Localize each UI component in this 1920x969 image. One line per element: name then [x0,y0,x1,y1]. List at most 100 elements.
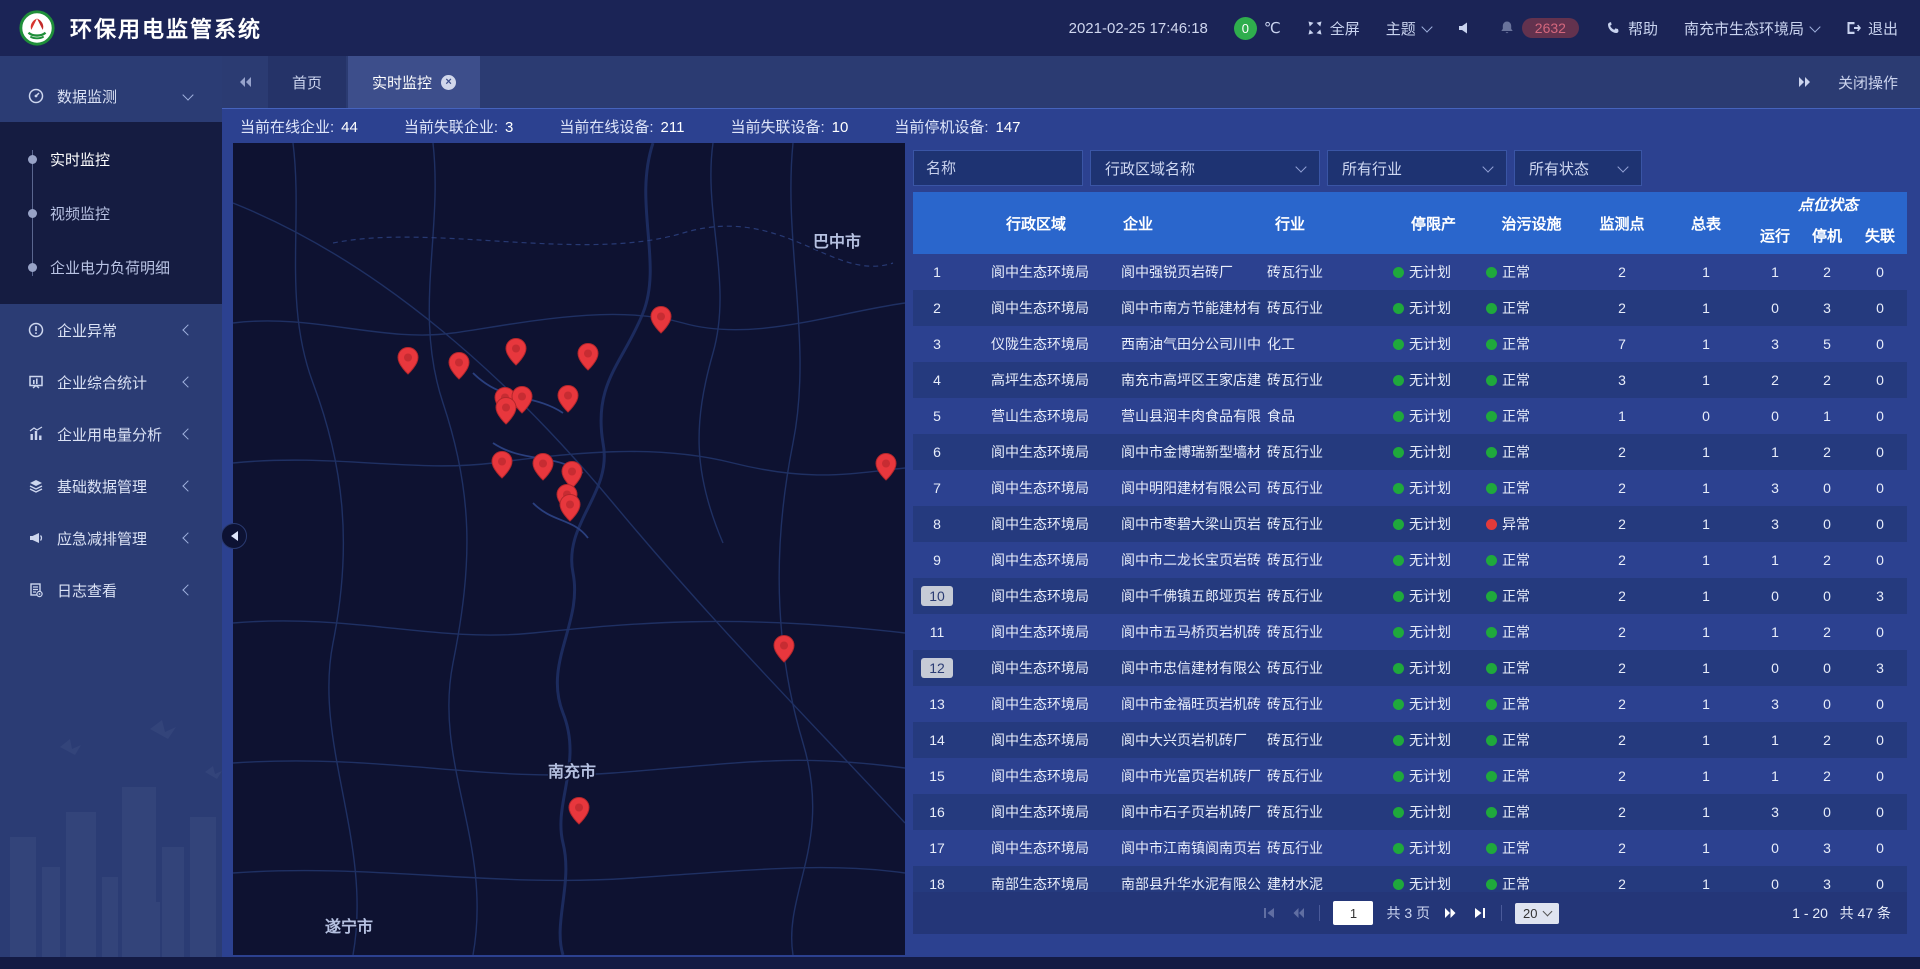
cell-meters: 1 [1663,804,1749,820]
cell-treatment-status: 正常 [1482,622,1581,642]
cell-running: 2 [1749,372,1801,388]
mute-button[interactable] [1457,20,1473,36]
last-page-button[interactable] [1472,905,1488,921]
tab-bar: 首页实时监控× 关闭操作 [222,56,1920,109]
sidebar-section[interactable]: 企业综合统计 [0,356,222,408]
sidebar-section[interactable]: 数据监测 [0,70,222,122]
close-operations-button[interactable]: 关闭操作 [1838,72,1898,93]
cell-industry: 砖瓦行业 [1263,442,1385,462]
cell-running: 1 [1749,552,1801,568]
cell-points: 2 [1581,624,1663,640]
divider [1319,905,1320,921]
status-dot-green [1393,339,1404,350]
treatment-status-label: 正常 [1502,730,1530,750]
cell-industry: 砖瓦行业 [1263,622,1385,642]
previous-page-button[interactable] [1290,905,1306,921]
table-row[interactable]: 11阆中生态环境局阆中市五马桥页岩机砖砖瓦行业无计划正常21120 [913,614,1907,650]
phone-icon [1605,20,1621,36]
table-row[interactable]: 10阆中生态环境局阆中千佛镇五郎垭页岩砖瓦行业无计划正常21003 [913,578,1907,614]
chevron-left-icon [182,376,193,387]
sidebar-section[interactable]: 日志查看 [0,564,222,616]
map-canvas[interactable]: 巴中市南充市遂宁市 [233,143,905,955]
bullet-icon [28,155,37,164]
chevron-down-icon [1617,161,1628,172]
table-row[interactable]: 13阆中生态环境局阆中市金福旺页岩机砖砖瓦行业无计划正常21300 [913,686,1907,722]
fullscreen-button[interactable]: 全屏 [1307,18,1360,39]
org-dropdown[interactable]: 南充市生态环境局 [1684,18,1819,39]
table-row[interactable]: 5营山生态环境局营山县润丰肉食品有限食品无计划正常10010 [913,398,1907,434]
map-container[interactable]: 巴中市南充市遂宁市 [233,143,905,955]
map-city-label: 遂宁市 [325,917,373,936]
double-chevron-right-icon[interactable] [1796,74,1812,90]
table-row[interactable]: 17阆中生态环境局阆中市江南镇阆南页岩砖瓦行业无计划正常21030 [913,830,1907,866]
cell-offline: 0 [1853,264,1907,280]
close-icon[interactable]: × [441,75,456,90]
cell-enterprise: 阆中市金福旺页岩机砖 [1111,694,1263,714]
cell-enterprise: 阆中强锐页岩砖厂 [1111,262,1263,282]
sidebar: 数据监测实时监控视频监控企业电力负荷明细企业异常企业综合统计企业用电量分析基础数… [0,56,222,957]
table-row[interactable]: 3仪陇生态环境局西南油气田分公司川中化工无计划正常71350 [913,326,1907,362]
stat-value: 44 [341,119,358,136]
sidebar-section[interactable]: 企业异常 [0,304,222,356]
sidebar-item[interactable]: 企业电力负荷明细 [0,240,222,294]
sidebar-item[interactable]: 视频监控 [0,186,222,240]
cell-industry: 砖瓦行业 [1263,730,1385,750]
cell-region: 阆中生态环境局 [961,514,1111,534]
treatment-status-label: 正常 [1502,370,1530,390]
industry-filter-select[interactable]: 所有行业 [1327,150,1507,186]
cell-stopped: 3 [1801,840,1853,856]
tab[interactable]: 实时监控× [348,56,480,108]
table-row[interactable]: 18南部生态环境局南部县升华水泥有限公建材水泥无计划正常21030 [913,866,1907,892]
total-pages-label: 共 3 页 [1386,903,1430,923]
cell-stopped: 0 [1801,516,1853,532]
first-page-button[interactable] [1261,905,1277,921]
cell-enterprise: 阆中市南方节能建材有 [1111,298,1263,318]
tab[interactable]: 首页 [268,56,346,108]
region-filter-select[interactable]: 行政区域名称 [1090,150,1320,186]
status-dot-green [1393,879,1404,890]
cell-running: 0 [1749,408,1801,424]
table-row[interactable]: 1阆中生态环境局阆中强锐页岩砖厂砖瓦行业无计划正常21120 [913,254,1907,290]
next-page-button[interactable] [1443,905,1459,921]
table-row[interactable]: 9阆中生态环境局阆中市二龙长宝页岩砖砖瓦行业无计划正常21120 [913,542,1907,578]
help-button[interactable]: 帮助 [1605,18,1658,39]
cell-points: 3 [1581,372,1663,388]
sidebar-section[interactable]: 基础数据管理 [0,460,222,512]
map-collapse-button[interactable] [221,523,247,549]
notifications[interactable]: 2632 [1499,18,1579,38]
sidebar-section[interactable]: 企业用电量分析 [0,408,222,460]
cell-offline: 3 [1853,588,1907,604]
name-filter-input[interactable] [914,160,1082,177]
page-size-select[interactable]: 20 [1515,903,1558,924]
status-dot-green [1486,303,1497,314]
status-filter-select[interactable]: 所有状态 [1514,150,1642,186]
cell-meters: 1 [1663,444,1749,460]
table-row[interactable]: 6阆中生态环境局阆中市金博瑞新型墙材砖瓦行业无计划正常21120 [913,434,1907,470]
table-row[interactable]: 14阆中生态环境局阆中大兴页岩机砖厂砖瓦行业无计划正常21120 [913,722,1907,758]
cell-points: 2 [1581,444,1663,460]
name-filter[interactable] [913,150,1083,186]
cell-points: 2 [1581,660,1663,676]
stat-item: 当前失联企业:3 [404,116,514,137]
table-row[interactable]: 12阆中生态环境局阆中市忠信建材有限公砖瓦行业无计划正常21003 [913,650,1907,686]
table-row[interactable]: 2阆中生态环境局阆中市南方节能建材有砖瓦行业无计划正常21030 [913,290,1907,326]
cell-treatment-status: 正常 [1482,838,1581,858]
cell-production-status: 无计划 [1385,658,1482,678]
table-row[interactable]: 7阆中生态环境局阆中明阳建材有限公司砖瓦行业无计划正常21300 [913,470,1907,506]
sidebar-section[interactable]: 应急减排管理 [0,512,222,564]
theme-dropdown[interactable]: 主题 [1386,18,1431,39]
page-number-input[interactable] [1333,901,1373,925]
treatment-status-label: 正常 [1502,334,1530,354]
table-row[interactable]: 16阆中生态环境局阆中市石子页岩机砖厂砖瓦行业无计划正常21300 [913,794,1907,830]
logout-button[interactable]: 退出 [1845,18,1898,39]
table-row[interactable]: 8阆中生态环境局阆中市枣碧大梁山页岩砖瓦行业无计划异常21300 [913,506,1907,542]
status-dot-green [1393,411,1404,422]
table-row[interactable]: 15阆中生态环境局阆中市光富页岩机砖厂砖瓦行业无计划正常21120 [913,758,1907,794]
row-index: 18 [913,876,961,892]
table-header: 行政区域 企业 行业 停限产 治污设施 监测点 总表 点位状态 运行 停机 失联 [913,192,1907,254]
table-row[interactable]: 4高坪生态环境局南充市高坪区王家店建砖瓦行业无计划正常31220 [913,362,1907,398]
chevron-down-icon [1421,21,1432,32]
treatment-status-label: 正常 [1502,802,1530,822]
sidebar-item[interactable]: 实时监控 [0,132,222,186]
tabs-scroll-left-button[interactable] [222,56,268,108]
